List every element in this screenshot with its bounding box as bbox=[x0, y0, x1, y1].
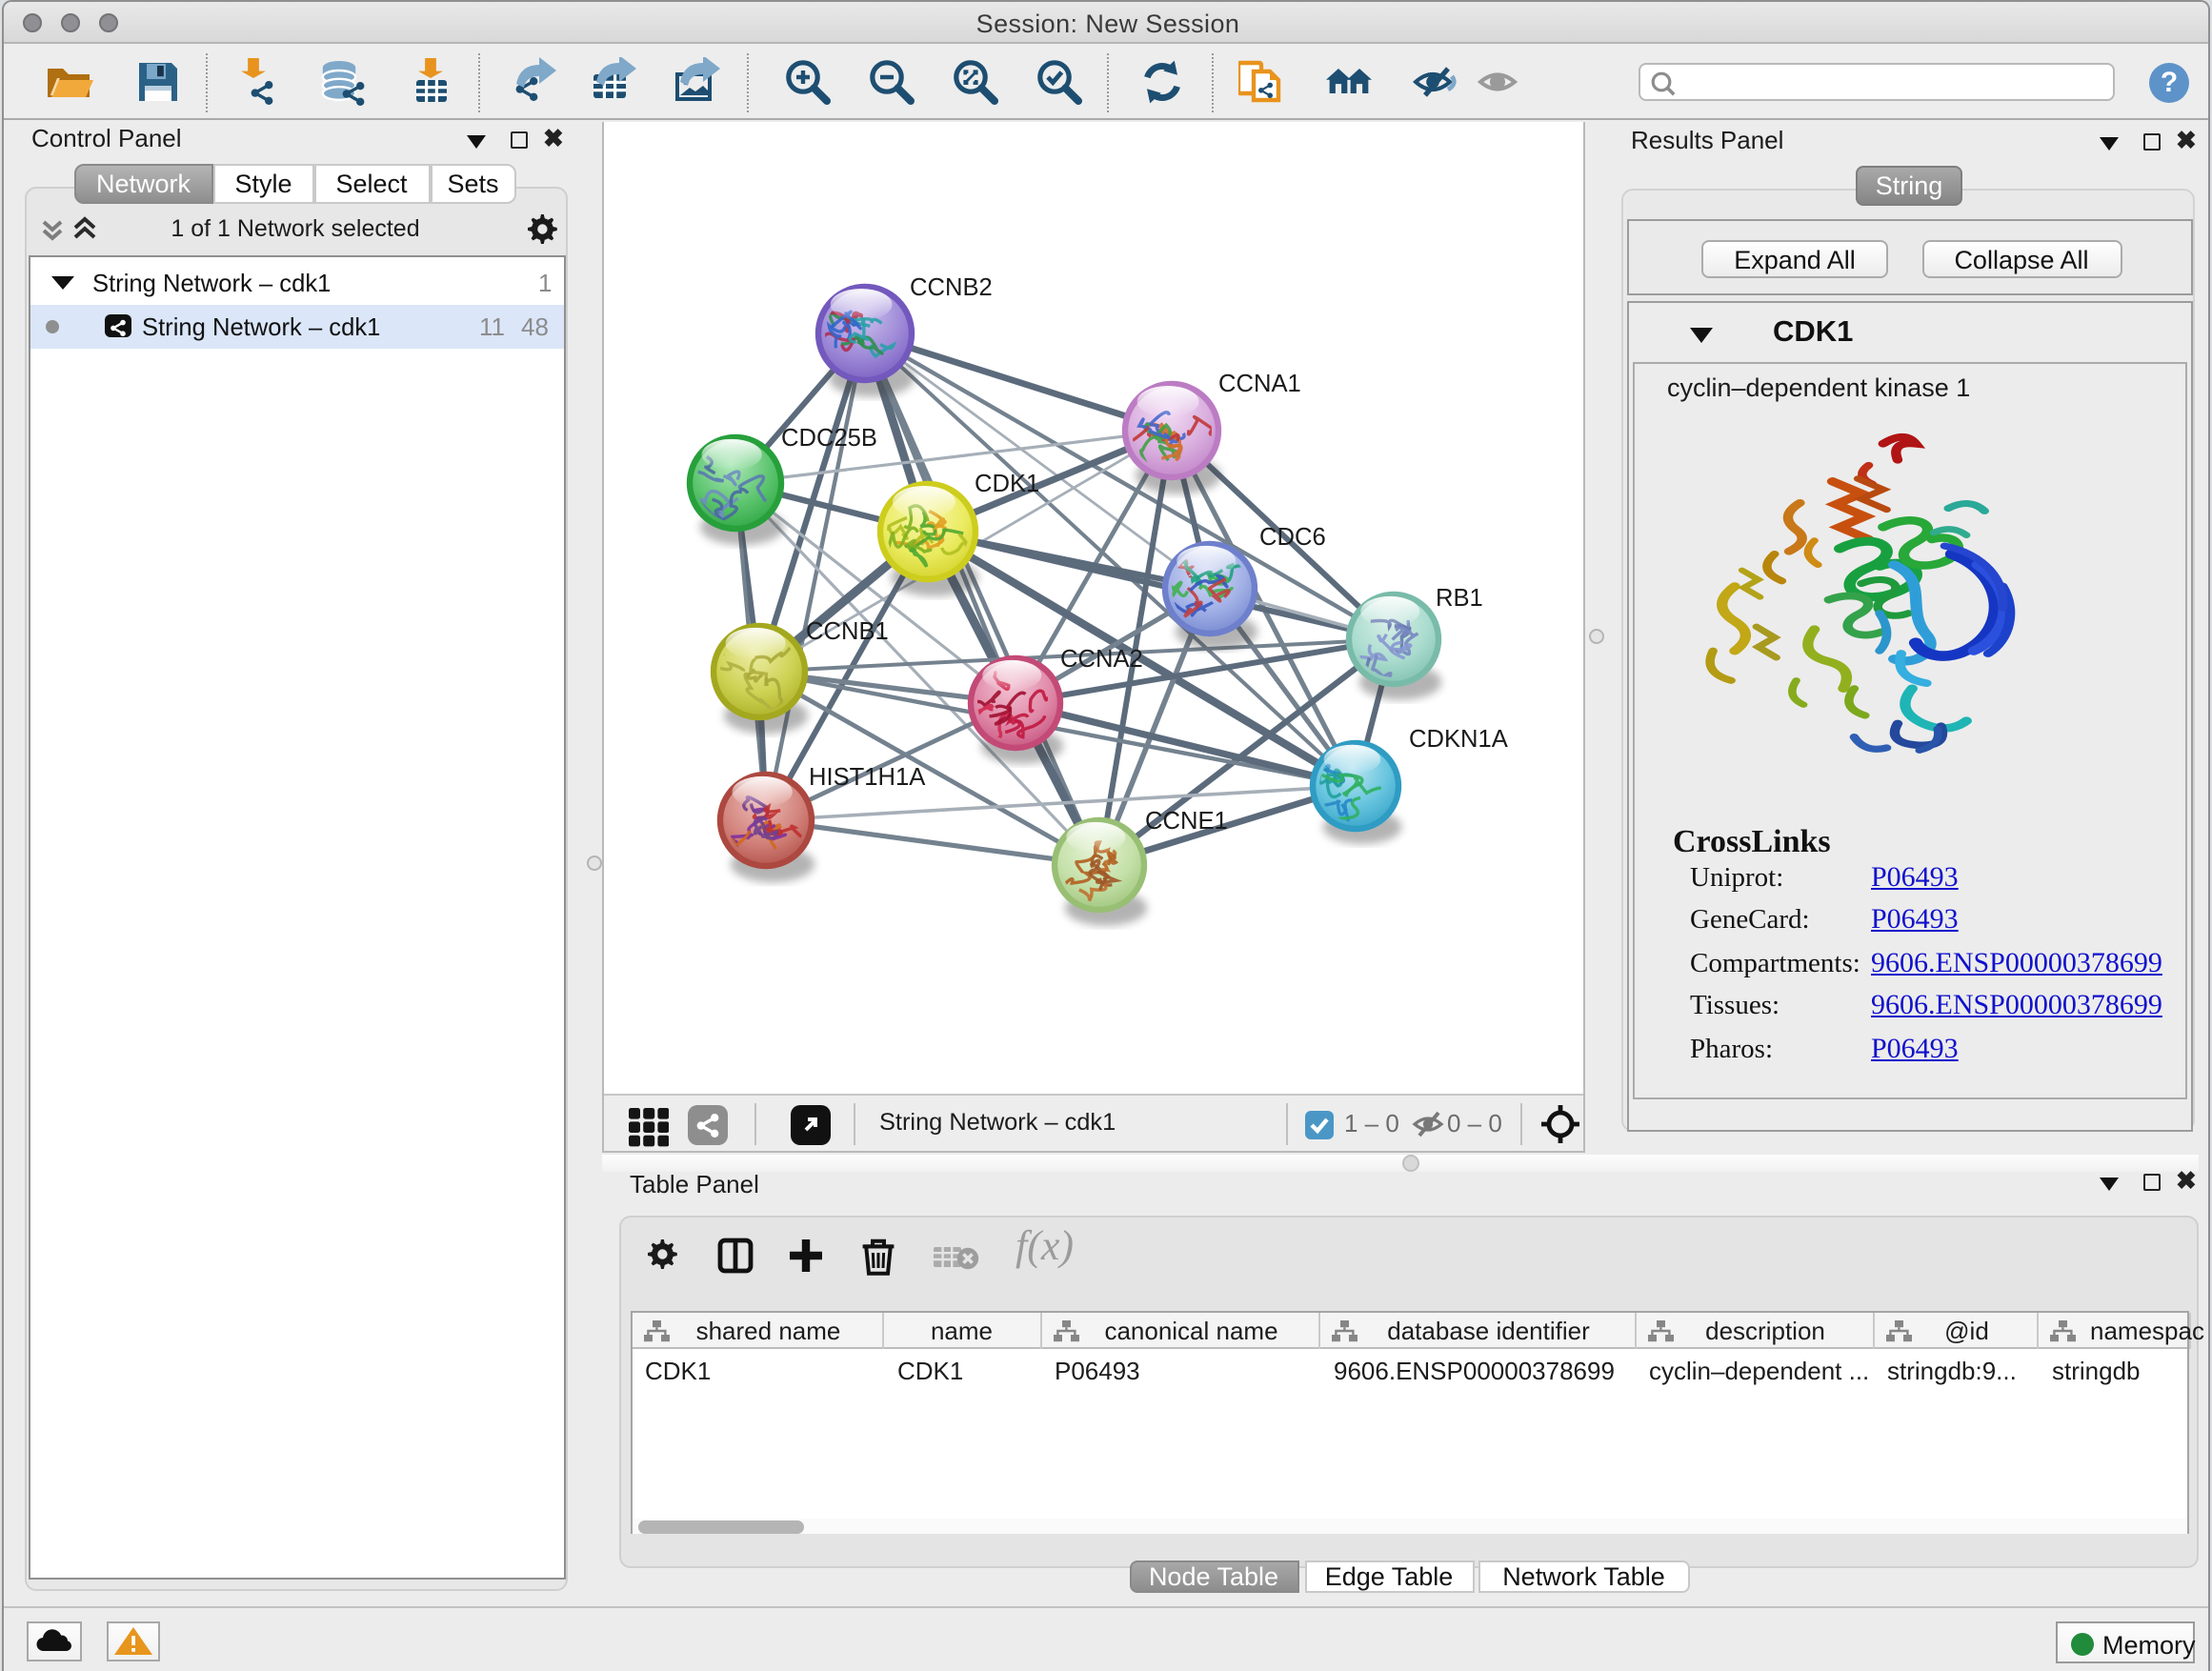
svg-text:CDKN1A: CDKN1A bbox=[1408, 725, 1508, 752]
svg-text:CCNB2: CCNB2 bbox=[909, 273, 992, 300]
svg-text:CCNA2: CCNA2 bbox=[1059, 645, 1142, 672]
svg-text:RB1: RB1 bbox=[1435, 584, 1482, 611]
svg-text:HIST1H1A: HIST1H1A bbox=[808, 763, 925, 790]
svg-text:CCNE1: CCNE1 bbox=[1144, 807, 1227, 834]
svg-text:CDC25B: CDC25B bbox=[780, 424, 876, 451]
svg-text:CDK1: CDK1 bbox=[974, 470, 1038, 496]
svg-text:CCNB1: CCNB1 bbox=[805, 617, 888, 644]
svg-text:CCNA1: CCNA1 bbox=[1217, 370, 1300, 396]
svg-text:CDC6: CDC6 bbox=[1258, 523, 1325, 550]
